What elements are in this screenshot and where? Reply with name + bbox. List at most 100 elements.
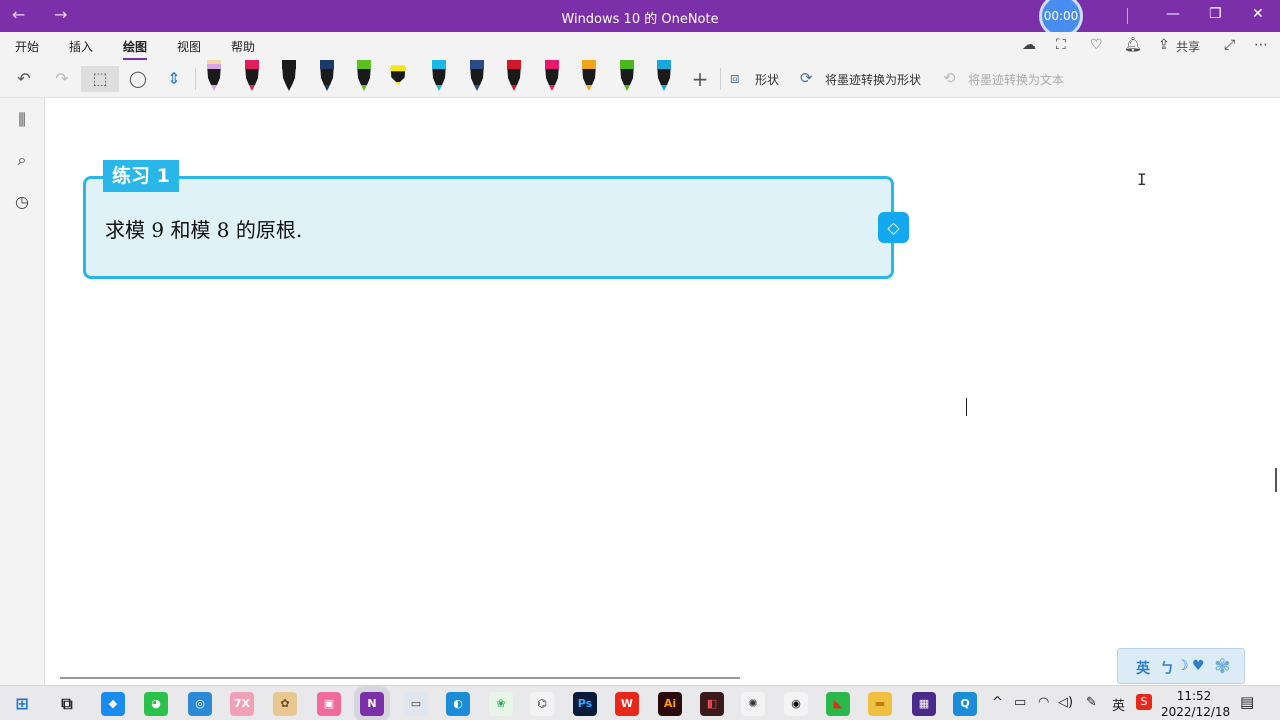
shapes-button[interactable]: 形状 [755, 71, 779, 88]
pen-black-icon[interactable] [281, 60, 297, 92]
fullscreen-icon[interactable]: ⛶ [1056, 37, 1066, 53]
search-icon[interactable]: ⌕ [12, 150, 32, 170]
pen-green-icon[interactable] [356, 60, 372, 92]
text-caret [966, 398, 967, 416]
windows-start-icon[interactable]: ⊞ [10, 692, 34, 716]
search-app-icon[interactable]: Q [953, 692, 977, 716]
bell-icon[interactable]: 🔔︎ [1124, 37, 1142, 53]
target-app-icon[interactable]: ◎ [188, 692, 212, 716]
video-editor-icon[interactable]: ◧ [700, 692, 724, 716]
highlighter-yellow-icon[interactable] [390, 60, 406, 92]
7zip-icon[interactable]: 7X [230, 692, 254, 716]
bilibili-icon[interactable]: ▣ [317, 692, 341, 716]
navigation-rail: ⫼ ⌕ ◷ [0, 98, 45, 685]
shapes-icon[interactable]: ⧈ [730, 69, 740, 87]
volume-icon[interactable]: ◁) [1058, 695, 1073, 710]
more-icon[interactable]: ⋯ [1254, 37, 1268, 53]
mindmap-icon[interactable]: ◣ [826, 692, 850, 716]
ime-moon-icon[interactable]: ☽ [1176, 658, 1189, 674]
pen-navy-icon[interactable] [319, 60, 335, 92]
sync-icon[interactable]: ☁ [1022, 37, 1036, 53]
lasso-select-icon[interactable]: ⬚ [81, 66, 119, 92]
battery-icon[interactable]: ▭ [1014, 695, 1026, 710]
pen-red-icon[interactable] [244, 60, 260, 92]
media-player-icon[interactable]: ▦ [912, 692, 936, 716]
pen-blue-dark-icon[interactable] [469, 60, 485, 92]
task-view-icon[interactable]: ⧉ [55, 692, 79, 716]
onenote-window: ← → Windows 10 的 OneNote 00:00 — ❐ ✕ 开始 … [0, 0, 1280, 720]
toolbar-separator [195, 68, 196, 90]
geogebra-icon[interactable]: ⌬ [530, 692, 554, 716]
container-handle-icon[interactable]: ◇ [878, 212, 909, 243]
ink-to-shape-icon[interactable]: ⟳ [800, 69, 813, 87]
ime-language-label[interactable]: 英 [1136, 658, 1150, 678]
toolbar-separator [720, 68, 721, 90]
clock-date: 2022/12/18 [1161, 705, 1231, 719]
ribbon-tabs: 开始 插入 绘图 视图 帮助 ☁ ⛶ ♡ 🔔︎ ⇪ 共享 ⤢ ⋯ [0, 32, 1280, 60]
taskbar: ⊞ ⧉ ◆ ◕ ◎ 7X ✿ ▣ N ▭ ◐ ❀ ⌬ Ps W Ai ◧ ✺ ◉ ◣ ▬ ▦ Q ^ ▭ ◠ ◁) ✎ 英 … [0, 685, 1280, 720]
pen-tray-icon[interactable]: ✎ [1086, 695, 1097, 710]
onenote-icon[interactable]: N [360, 692, 384, 716]
tab-help[interactable]: 帮助 [231, 38, 255, 55]
photoshop-icon[interactable]: Ps [573, 692, 597, 716]
ime-punct-icon[interactable]: ㄅ [1160, 658, 1174, 678]
share-button[interactable]: 共享 [1176, 38, 1200, 55]
network-icon[interactable]: ◠ [1038, 695, 1049, 710]
ink-to-text-button: 将墨迹转换为文本 [968, 73, 1065, 87]
redo-icon[interactable]: ↷ [50, 66, 74, 92]
file-explorer-icon[interactable]: ▬ [868, 692, 892, 716]
add-space-icon[interactable]: ⇕ [162, 66, 186, 92]
flower-app-icon[interactable]: ❀ [489, 692, 513, 716]
draw-toolbar: ↶ ↷ ⬚ ◯ ⇕ + ⧈ 形状 ⟳ 将墨迹转换为形状 ⟲ 将墨迹转换为文本 [0, 60, 1280, 98]
pen-sky-icon[interactable] [656, 60, 672, 92]
title-divider [1127, 8, 1128, 24]
notebooks-icon[interactable]: ⫼ [12, 110, 32, 130]
paint-icon[interactable]: ✿ [273, 692, 297, 716]
title-bar: ← → Windows 10 的 OneNote 00:00 — ❐ ✕ [0, 0, 1280, 38]
qq-icon[interactable]: ◉ [784, 692, 808, 716]
tab-insert[interactable]: 插入 [69, 38, 93, 55]
tab-draw[interactable]: 绘图 [123, 38, 148, 60]
remote-desktop-icon[interactable]: ▭ [404, 692, 428, 716]
settings-app-icon[interactable]: ✺ [741, 692, 765, 716]
ime-flower-icon: ✾ [1214, 654, 1231, 678]
pen-magenta-icon[interactable] [544, 60, 560, 92]
tab-view[interactable]: 视图 [177, 38, 201, 55]
vertical-scrollbar[interactable] [1275, 468, 1277, 492]
add-pen-icon[interactable]: + [688, 66, 712, 92]
tray-chevron-icon[interactable]: ^ [992, 695, 1003, 710]
expand-icon[interactable]: ⤢ [1224, 37, 1235, 53]
tray-ime-label[interactable]: 英 [1112, 695, 1125, 714]
edge-icon[interactable]: ◐ [446, 692, 470, 716]
tab-home[interactable]: 开始 [15, 38, 39, 55]
pen-cyan-icon[interactable] [431, 60, 447, 92]
sogou-icon[interactable]: S [1136, 694, 1152, 710]
lightbulb-icon[interactable]: ♡ [1090, 37, 1103, 53]
restore-button[interactable]: ❐ [1209, 6, 1222, 22]
ime-skin-icon[interactable]: ♥ [1192, 658, 1205, 674]
exercise-text[interactable]: 求模 9 和模 8 的原根. [105, 214, 302, 243]
eraser-icon[interactable]: ◯ [126, 66, 150, 92]
exercise-label: 练习 1 [103, 160, 179, 192]
pen-lime-icon[interactable] [619, 60, 635, 92]
undo-icon[interactable]: ↶ [12, 66, 36, 92]
pin-app-icon[interactable]: ◆ [101, 692, 125, 716]
pen-amber-icon[interactable] [581, 60, 597, 92]
illustrator-icon[interactable]: Ai [658, 692, 682, 716]
pen-pink-lavender-icon[interactable] [206, 60, 222, 92]
window-title: Windows 10 的 OneNote [561, 12, 719, 27]
pen-crimson-icon[interactable] [506, 60, 522, 92]
ink-to-text-icon: ⟲ [943, 69, 956, 87]
wps-icon[interactable]: W [615, 692, 639, 716]
clock[interactable]: 11:52 2022/12/18 [1161, 688, 1231, 720]
recent-icon[interactable]: ◷ [12, 192, 32, 211]
minimize-button[interactable]: — [1166, 6, 1180, 22]
horizontal-scrollbar[interactable] [60, 677, 740, 679]
close-button[interactable]: ✕ [1252, 6, 1264, 22]
clock-time: 11:52 [1176, 689, 1212, 703]
share-icon[interactable]: ⇪ [1158, 37, 1170, 53]
ime-toolbar[interactable]: 英 ㄅ ☽ ♥ ✾ [1117, 648, 1245, 684]
notification-icon[interactable]: ▤ [1240, 693, 1254, 711]
wechat-icon[interactable]: ◕ [144, 692, 168, 716]
ink-to-shape-button[interactable]: 将墨迹转换为形状 [825, 71, 921, 88]
